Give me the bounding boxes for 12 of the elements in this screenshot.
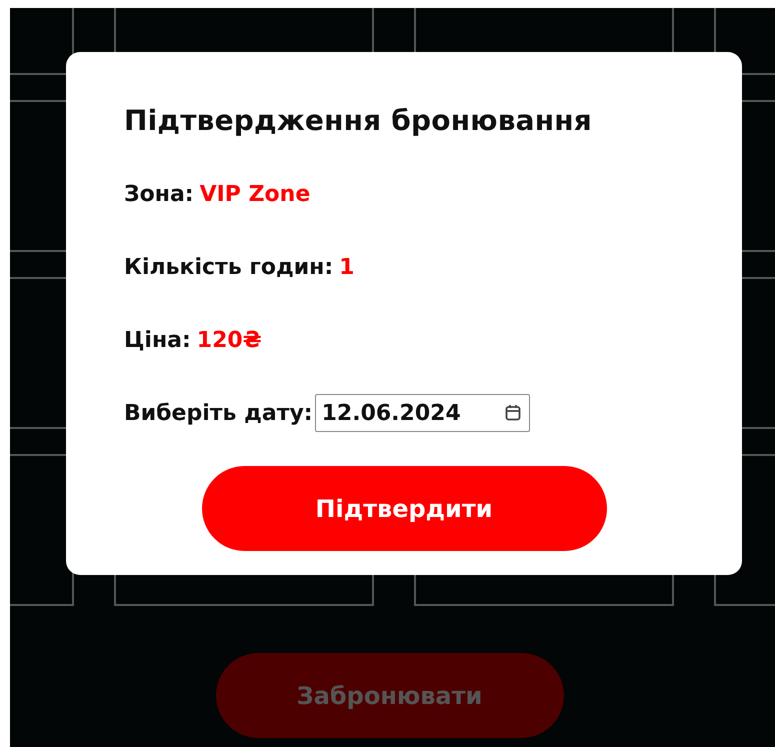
field-value: 120₴ — [196, 328, 262, 352]
book-button[interactable]: Забронювати — [216, 653, 564, 738]
confirm-button[interactable]: Підтвердити — [202, 466, 606, 551]
field-label: Кількість годин: — [124, 254, 334, 280]
field-value: VIP Zone — [200, 182, 310, 206]
date-field[interactable]: 12.06.2024 — [314, 394, 530, 432]
dialog-title: Підтвердження бронювання — [124, 104, 593, 137]
field-value: 1 — [339, 254, 354, 280]
calendar-icon[interactable] — [504, 404, 521, 421]
field-label: Зона: — [124, 182, 194, 206]
date-label: Виберіть дату: — [124, 400, 313, 426]
field-label: Ціна: — [124, 328, 191, 352]
